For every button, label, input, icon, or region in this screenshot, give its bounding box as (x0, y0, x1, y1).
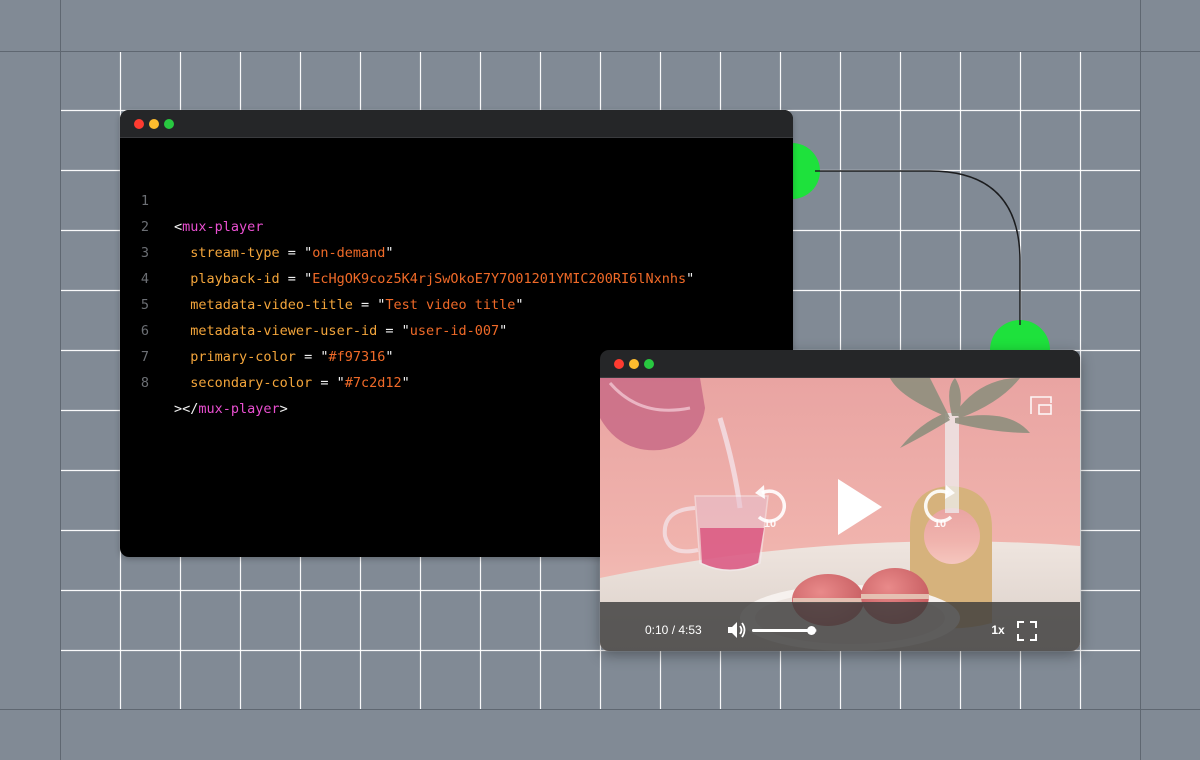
play-button[interactable] (828, 474, 888, 540)
close-window-button[interactable] (134, 119, 144, 129)
code-attribute: secondary-color (190, 375, 313, 391)
volume-thumb[interactable] (806, 626, 816, 635)
fullscreen-icon (1017, 621, 1037, 641)
picture-in-picture-icon (1030, 396, 1052, 415)
maximize-window-button[interactable] (164, 119, 174, 129)
code-quote: " (401, 375, 410, 391)
code-punctuation: ></ (174, 401, 199, 417)
fullscreen-button[interactable] (1016, 620, 1038, 642)
code-line: 3 playback-id = "EcHgOK9coz5K4rjSwOkoE7Y… (120, 214, 793, 287)
code-quote: " (336, 375, 345, 391)
volume-level (752, 629, 811, 632)
code-tag: mux-player (198, 401, 280, 417)
volume-slider[interactable] (752, 626, 817, 635)
seek-backward-button[interactable]: 10 (745, 478, 795, 534)
line-number: 8 (140, 375, 149, 391)
control-bar: 0:10 / 4:53 1x (600, 602, 1080, 651)
maximize-window-button[interactable] (644, 359, 654, 369)
code-line: 1 <mux-player (120, 162, 793, 235)
code-line: 7 secondary-color = "#7c2d12" (120, 318, 793, 391)
code-string: #7c2d12 (344, 375, 402, 391)
close-window-button[interactable] (614, 359, 624, 369)
time-display: 0:10 / 4:53 (645, 623, 702, 637)
code-operator: = (312, 375, 337, 391)
play-icon (838, 479, 882, 535)
volume-icon (728, 622, 746, 638)
video-player-titlebar (600, 350, 1080, 378)
code-editor-titlebar (120, 110, 793, 138)
code-line: 6 primary-color = "#f97316" (120, 292, 793, 365)
picture-in-picture-button[interactable] (1026, 392, 1056, 418)
code-line: 2 stream-type = "on-demand" (120, 188, 793, 261)
seek-backward-seconds: 10 (763, 518, 777, 530)
code-line: 5 metadata-viewer-user-id = "user-id-007… (120, 266, 793, 339)
seek-forward-seconds: 10 (933, 518, 947, 530)
minimize-window-button[interactable] (149, 119, 159, 129)
code-punctuation: > (279, 401, 288, 417)
code-line: 4 metadata-video-title = "Test video tit… (120, 240, 793, 313)
mute-button[interactable] (726, 619, 748, 641)
playback-rate-button[interactable]: 1x (984, 602, 1012, 651)
code-block: 1 <mux-player 2 stream-type = "on-demand… (120, 162, 793, 417)
video-player-window: 10 10 0:10 / 4:53 1x (600, 350, 1080, 651)
seek-forward-button[interactable]: 10 (915, 478, 965, 534)
minimize-window-button[interactable] (629, 359, 639, 369)
video-area[interactable]: 10 10 0:10 / 4:53 1x (600, 378, 1080, 651)
